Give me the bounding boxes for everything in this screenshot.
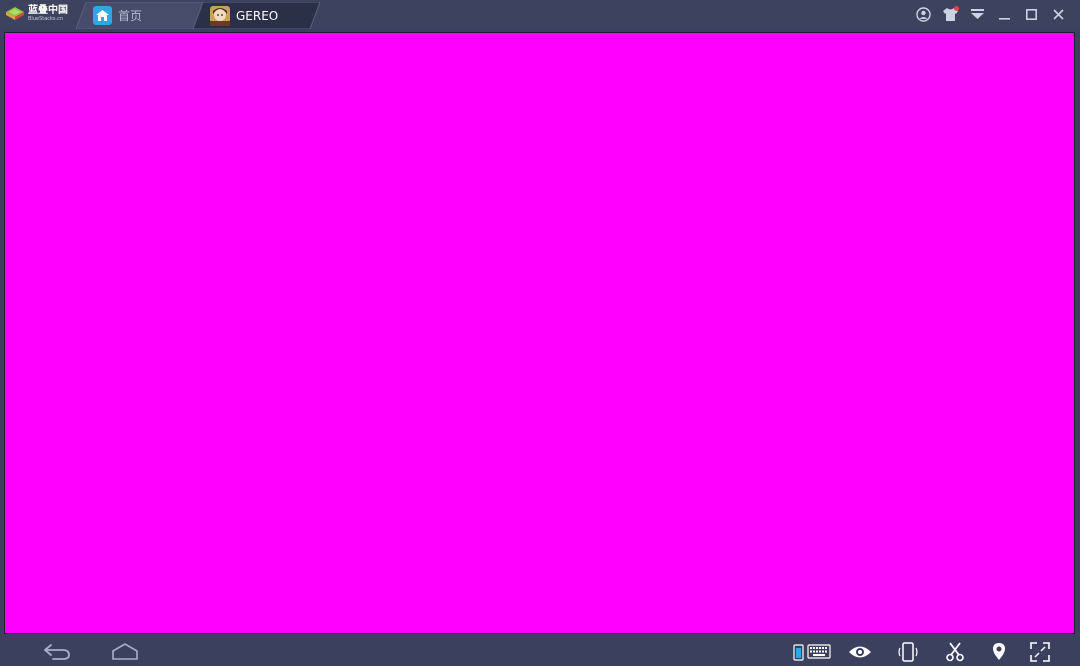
account-icon: [916, 7, 931, 22]
fullscreen-icon: [1030, 642, 1050, 662]
game-app-icon: [210, 5, 230, 26]
android-home-button[interactable]: [110, 640, 140, 664]
keyboard-mapping-button[interactable]: [788, 640, 836, 664]
account-button[interactable]: [910, 4, 937, 25]
tab-home-content: 首页: [76, 6, 142, 25]
brand-subtitle: BlueStacks.cn: [28, 16, 64, 22]
window-controls: [910, 4, 1072, 25]
tab-game-content: GEREO: [193, 5, 279, 26]
location-pin-icon: [993, 643, 1005, 660]
tab-home[interactable]: 首页: [76, 2, 206, 29]
theme-button[interactable]: [937, 4, 964, 25]
eye-button[interactable]: [836, 640, 884, 664]
brand-text: 蓝叠中国 BlueStacks.cn: [28, 6, 68, 22]
screenshot-button[interactable]: [932, 640, 978, 664]
location-button[interactable]: [978, 640, 1020, 664]
minimize-icon: [999, 18, 1010, 20]
notification-dot: [954, 6, 959, 11]
scissors-icon: [946, 642, 964, 662]
title-bar: 蓝叠中国 BlueStacks.cn 首页 GEREO: [0, 0, 1080, 29]
back-button[interactable]: [42, 640, 72, 664]
emulator-screen[interactable]: [4, 32, 1075, 634]
maximize-icon: [1026, 9, 1037, 20]
keyboard-mapping-icon: [793, 644, 831, 661]
dropdown-menu-button[interactable]: [964, 4, 991, 25]
bottom-toolbar: [788, 640, 1060, 664]
minimize-button[interactable]: [991, 4, 1018, 25]
eye-icon: [849, 646, 871, 658]
tab-game-label: GEREO: [236, 8, 279, 23]
bluestacks-window: 蓝叠中国 BlueStacks.cn 首页 GEREO: [0, 0, 1080, 666]
back-icon: [44, 644, 70, 660]
bluestacks-logo-icon: [6, 7, 24, 20]
dropdown-menu-icon: [971, 9, 984, 19]
bottom-bar: [0, 637, 1080, 666]
tab-game[interactable]: GEREO: [193, 2, 320, 29]
close-icon: [1053, 9, 1064, 20]
tab-home-label: 首页: [118, 9, 143, 23]
shake-rotate-icon: [898, 642, 918, 662]
brand-name: 蓝叠中国: [28, 5, 68, 16]
brand[interactable]: 蓝叠中国 BlueStacks.cn: [5, 3, 68, 25]
maximize-button[interactable]: [1018, 4, 1045, 25]
close-button[interactable]: [1045, 4, 1072, 25]
fullscreen-button[interactable]: [1020, 640, 1060, 664]
home-outline-icon: [112, 643, 138, 660]
shake-button[interactable]: [884, 640, 932, 664]
home-icon: [93, 6, 112, 25]
